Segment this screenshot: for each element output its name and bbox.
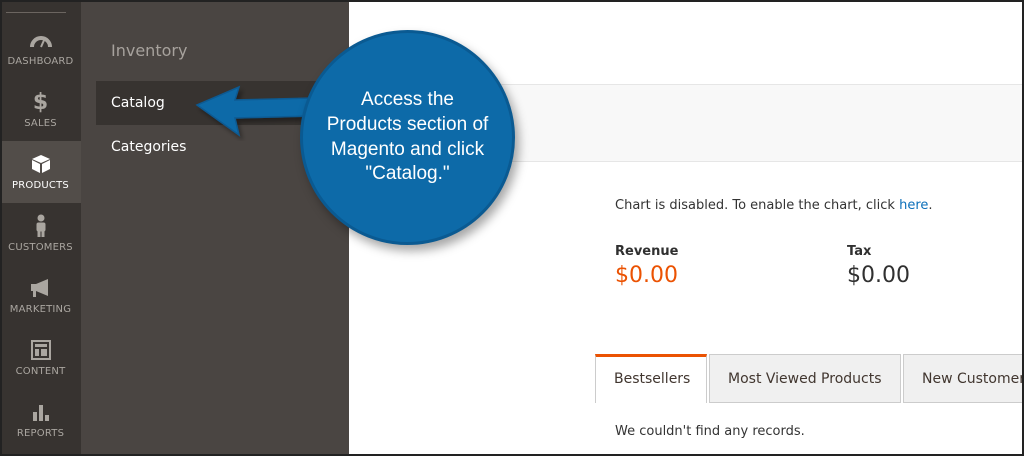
tab-bestsellers[interactable]: Bestsellers [595,354,707,403]
tab-most-viewed-products[interactable]: Most Viewed Products [709,354,901,403]
nav-item-content[interactable]: CONTENT [0,327,81,389]
nav-item-label: REPORTS [16,428,65,439]
no-records-message: We couldn't find any records. [615,424,805,439]
nav-item-customers[interactable]: CUSTOMERS [0,203,81,265]
chart-note-text: Chart is disabled. To enable the chart, … [615,198,900,213]
chart-note-period: . [928,198,933,213]
bar-chart-icon [0,399,81,425]
nav-item-label: CONTENT [15,366,66,377]
revenue-stat: Revenue $0.00 [615,244,678,288]
nav-item-sales[interactable]: $ SALES [0,79,81,141]
tax-label: Tax [847,244,872,259]
nav-item-dashboard[interactable]: DASHBOARD [0,17,81,79]
enable-chart-link[interactable]: here [899,198,928,213]
products-flyout-menu: Inventory Catalog Categories [81,0,349,456]
chart-disabled-note: Chart is disabled. To enable the chart, … [615,198,933,213]
nav-item-label: SALES [24,118,57,129]
nav-item-label: PRODUCTS [12,180,69,191]
nav-item-label: DASHBOARD [7,56,74,67]
admin-sidebar: DASHBOARD $ SALES PRODUCTS CUSTOMERS MAR… [0,0,81,456]
dashboard-gauge-icon [0,27,81,53]
instruction-callout: Access the Products section of Magento a… [300,30,515,245]
revenue-label: Revenue [615,244,679,259]
nav-item-label: MARKETING [9,304,72,315]
tab-new-customers[interactable]: New Customers [903,354,1024,403]
tax-stat: Tax $0.00 [847,244,910,288]
nav-item-products[interactable]: PRODUCTS [0,141,81,203]
dollar-icon: $ [32,89,49,115]
flyout-section-title: Inventory [111,41,188,60]
layout-icon [0,337,81,363]
revenue-value: $0.00 [615,263,678,288]
person-icon [0,213,81,239]
megaphone-icon [0,275,81,301]
tax-value: $0.00 [847,263,910,288]
nav-item-marketing[interactable]: MARKETING [0,265,81,327]
sidebar-top-divider [6,12,66,13]
callout-arrow [195,85,314,137]
nav-item-reports[interactable]: REPORTS [0,389,81,451]
callout-text: Access the Products section of Magento a… [326,89,489,185]
nav-item-label: CUSTOMERS [8,242,73,253]
box-icon [0,151,81,177]
